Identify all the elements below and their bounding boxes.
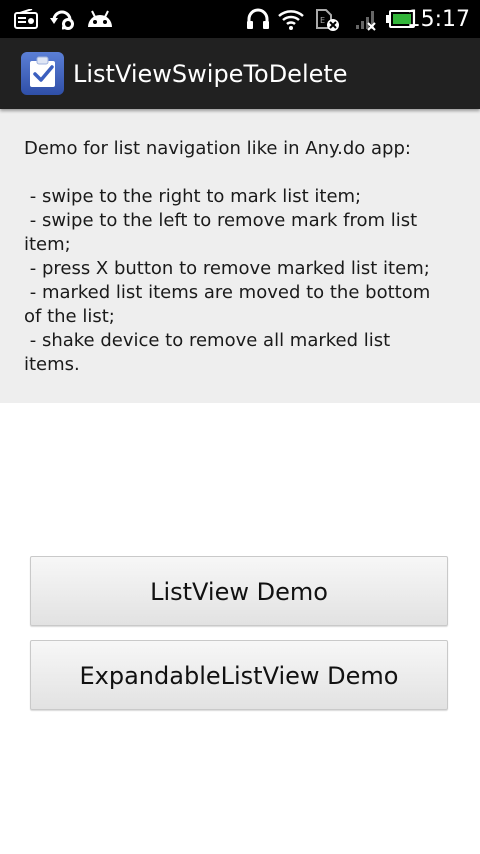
expandable-listview-demo-button[interactable]: ExpandableListView Demo	[30, 640, 448, 710]
description-line: - swipe to the left to remove mark from …	[24, 210, 418, 231]
description-line: - swipe to the right to mark list item;	[24, 186, 362, 207]
wifi-icon	[278, 10, 304, 30]
description-line: of the list;	[24, 306, 115, 327]
status-time: 15:17	[406, 7, 470, 32]
description-panel: Demo for list navigation like in Any.do …	[0, 109, 480, 403]
description-text: Demo for list navigation like in Any.do …	[24, 137, 464, 377]
android-icon	[88, 10, 112, 27]
sync-icon	[50, 10, 74, 30]
description-line: item;	[24, 234, 71, 255]
description-spacer	[24, 161, 464, 185]
description-line: - shake device to remove all marked list	[24, 330, 391, 351]
description-line: items.	[24, 354, 80, 375]
listview-demo-button[interactable]: ListView Demo	[30, 556, 448, 626]
action-bar: ListViewSwipeToDelete	[0, 38, 480, 109]
app-title: ListViewSwipeToDelete	[73, 60, 348, 88]
svg-text:E: E	[320, 16, 325, 25]
headphones-icon	[247, 8, 269, 29]
signal-none-icon	[356, 11, 376, 31]
description-line: - press X button to remove marked list i…	[24, 258, 430, 279]
radio-icon	[14, 9, 38, 29]
description-line: Demo for list navigation like in Any.do …	[24, 138, 411, 159]
description-line: - marked list items are moved to the bot…	[24, 282, 431, 303]
sim-missing-icon: E	[316, 9, 339, 31]
app-checklist-icon[interactable]	[21, 52, 64, 95]
status-bar: E 15:17	[0, 0, 480, 38]
